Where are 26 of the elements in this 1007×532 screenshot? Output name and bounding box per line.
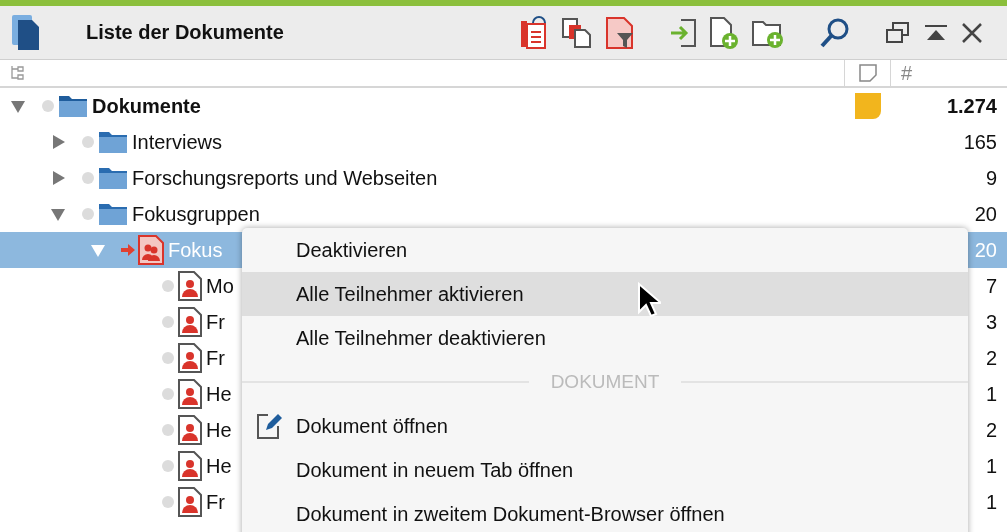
document-count: 20 (974, 238, 997, 261)
tree-item-label: Forschungsreports und Webseiten (132, 166, 438, 190)
window-title: Liste der Dokumente (86, 21, 284, 44)
document-count: 1 (985, 490, 997, 513)
tree-item-label: He (206, 418, 232, 442)
tree-item-label: Fr (206, 310, 225, 334)
tree-item-label: Interviews (132, 130, 223, 154)
document-count: 1.274 (946, 94, 997, 117)
tree-item-label: He (206, 454, 232, 478)
document-count: 7 (985, 274, 997, 297)
tree-item-label: Fokusgruppen (132, 202, 260, 226)
tree-item-label: Fr (206, 490, 225, 514)
tree-item-label: Mo (206, 274, 234, 298)
menu-section-heading: DOKUMENT (550, 371, 660, 393)
document-count: 9 (985, 166, 997, 189)
tree-item-label: He (206, 382, 232, 406)
document-count: 1 (985, 454, 997, 477)
tree-item-label: Dokumente (92, 94, 201, 118)
document-count: 20 (974, 202, 997, 225)
document-count: 2 (985, 418, 997, 441)
tree-item-label: Fr (206, 346, 225, 370)
document-count: 1 (985, 382, 997, 405)
document-count: 3 (985, 310, 997, 333)
tree-item-label: Fokus (168, 238, 223, 262)
document-count: 165 (963, 130, 997, 153)
document-count: 2 (985, 346, 997, 369)
